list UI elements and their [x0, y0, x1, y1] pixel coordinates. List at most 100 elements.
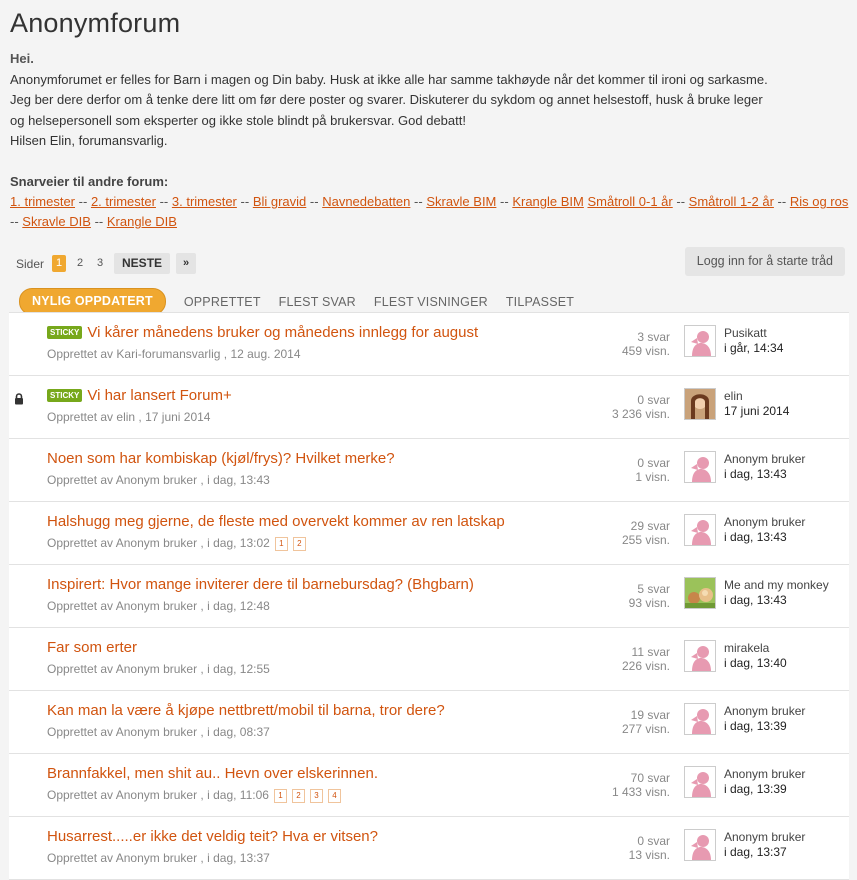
avatar[interactable] — [684, 640, 716, 672]
avatar[interactable] — [684, 703, 716, 735]
thread-meta: Opprettet av Anonym bruker , i dag, 13:0… — [47, 536, 306, 551]
thread-title[interactable]: Vi kårer månedens bruker og månedens inn… — [87, 324, 478, 341]
last-post-user[interactable]: elin — [724, 389, 789, 404]
reply-count: 0 svar — [637, 393, 670, 407]
tab-recently-updated[interactable]: NYLIG OPPDATERT — [19, 288, 166, 315]
last-post-user[interactable]: Anonym bruker — [724, 515, 805, 530]
thread-subject[interactable]: Far som erter — [47, 639, 137, 656]
thread-subject[interactable]: Kan man la være å kjøpe nettbrett/mobil … — [47, 702, 445, 719]
thread-subject[interactable]: STICKY Vi har lansert Forum+ — [47, 387, 232, 404]
pagination-label: Sider — [16, 256, 45, 271]
thread-title[interactable]: Brannfakkel, men shit au.. Hevn over els… — [47, 765, 378, 782]
thread-row[interactable]: STICKY Vi har lansert Forum+ Opprettet av… — [9, 376, 849, 439]
thread-title[interactable]: Kan man la være å kjøpe nettbrett/mobil … — [47, 702, 445, 719]
avatar[interactable] — [684, 388, 716, 420]
last-post-user[interactable]: Anonym bruker — [724, 704, 805, 719]
thread-author: elin — [116, 410, 136, 424]
avatar[interactable] — [684, 514, 716, 546]
thread-page-link[interactable]: 4 — [327, 789, 341, 803]
last-post-user[interactable]: Anonym bruker — [724, 830, 805, 845]
thread-subject[interactable]: Brannfakkel, men shit au.. Hevn over els… — [47, 765, 378, 782]
shortcut-link-skravle-bim[interactable]: Skravle BIM — [426, 194, 496, 209]
thread-stats: 0 svar 1 visn. — [635, 456, 670, 484]
last-post-user[interactable]: mirakela — [724, 641, 787, 656]
thread-row[interactable]: Noen som har kombiskap (kjøl/frys)? Hvil… — [9, 439, 849, 502]
page-1-button[interactable]: 1 — [52, 255, 67, 272]
avatar[interactable] — [684, 829, 716, 861]
last-post-time: i dag, 13:43 — [724, 593, 787, 607]
last-page-button[interactable]: » — [176, 253, 197, 274]
avatar[interactable] — [684, 766, 716, 798]
thread-title[interactable]: Halshugg meg gjerne, de fleste med overv… — [47, 513, 505, 530]
shortcut-link-smatroll-1-2[interactable]: Småtroll 1-2 år — [689, 194, 774, 209]
tab-custom[interactable]: TILPASSET — [506, 295, 574, 309]
thread-subject[interactable]: Husarrest.....er ikke det veldig teit? H… — [47, 828, 378, 845]
thread-subject[interactable]: Inspirert: Hvor mange inviterer dere til… — [47, 576, 474, 593]
user-photo-icon — [685, 389, 715, 419]
thread-stats: 19 svar 277 visn. — [622, 708, 670, 736]
thread-title[interactable]: Vi har lansert Forum+ — [87, 387, 231, 404]
thread-row[interactable]: Husarrest.....er ikke det veldig teit? H… — [9, 817, 849, 880]
thread-title[interactable]: Inspirert: Hvor mange inviterer dere til… — [47, 576, 474, 593]
shortcut-link-bli-gravid[interactable]: Bli gravid — [253, 194, 306, 209]
thread-page-link[interactable]: 3 — [309, 789, 323, 803]
thread-author: Anonym bruker — [115, 725, 198, 739]
thread-row[interactable]: Halshugg meg gjerne, de fleste med overv… — [9, 502, 849, 565]
thread-date: i dag, 12:48 — [207, 599, 270, 613]
shortcut-link-navnedebatten[interactable]: Navnedebatten — [322, 194, 410, 209]
shortcut-link-krangle-bim[interactable]: Krangle BIM — [512, 194, 584, 209]
shortcut-link-3-trimester[interactable]: 3. trimester — [172, 194, 237, 209]
avatar[interactable] — [684, 451, 716, 483]
thread-subject[interactable]: Halshugg meg gjerne, de fleste med overv… — [47, 513, 505, 530]
tab-most-replies[interactable]: FLEST SVAR — [279, 295, 356, 309]
thread-page-link[interactable]: 2 — [292, 537, 306, 551]
page-3-button[interactable]: 3 — [94, 255, 106, 272]
shortcut-link-skravle-dib[interactable]: Skravle DIB — [22, 214, 91, 229]
created-prefix: Opprettet av — [47, 662, 114, 676]
last-post-user[interactable]: Pusikatt — [724, 326, 783, 341]
thread-stats: 0 svar 3 236 visn. — [612, 393, 670, 421]
thread-subject[interactable]: Noen som har kombiskap (kjøl/frys)? Hvil… — [47, 450, 395, 467]
shortcut-link-1-trimester[interactable]: 1. trimester — [10, 194, 75, 209]
thread-title[interactable]: Husarrest.....er ikke det veldig teit? H… — [47, 828, 378, 845]
thread-date: i dag, 13:37 — [207, 851, 270, 865]
pagination: Sider 1 2 3 NESTE » — [16, 253, 202, 274]
thread-row[interactable]: Inspirert: Hvor mange inviterer dere til… — [9, 565, 849, 628]
thread-author: Anonym bruker — [115, 788, 198, 802]
page-2-button[interactable]: 2 — [74, 255, 86, 272]
last-post-user[interactable]: Anonym bruker — [724, 452, 805, 467]
next-page-button[interactable]: NESTE — [114, 253, 171, 274]
thread-meta: Opprettet av Kari-forumansvarlig , 12 au… — [47, 347, 301, 361]
thread-meta: Opprettet av Anonym bruker , i dag, 08:3… — [47, 725, 270, 739]
avatar[interactable] — [684, 325, 716, 357]
tab-created[interactable]: OPPRETTET — [184, 295, 261, 309]
tab-most-views[interactable]: FLEST VISNINGER — [374, 295, 488, 309]
thread-stats: 11 svar 226 visn. — [622, 645, 670, 673]
thread-subject[interactable]: STICKY Vi kårer månedens bruker og månede… — [47, 324, 478, 341]
thread-title[interactable]: Noen som har kombiskap (kjøl/frys)? Hvil… — [47, 450, 395, 467]
thread-row[interactable]: Kan man la være å kjøpe nettbrett/mobil … — [9, 691, 849, 754]
shortcut-link-smatroll-0-1[interactable]: Småtroll 0-1 år — [587, 194, 672, 209]
thread-stats: 3 svar 459 visn. — [622, 330, 670, 358]
shortcut-link-krangle-dib[interactable]: Krangle DIB — [107, 214, 177, 229]
reply-count: 19 svar — [630, 708, 670, 722]
shortcut-link-2-trimester[interactable]: 2. trimester — [91, 194, 156, 209]
last-post-user[interactable]: Me and my monkey — [724, 578, 829, 593]
thread-page-link[interactable]: 1 — [274, 537, 288, 551]
last-post-user[interactable]: Anonym bruker — [724, 767, 805, 782]
login-to-start-thread-button[interactable]: Logg inn for å starte tråd — [684, 247, 845, 276]
thread-row[interactable]: Brannfakkel, men shit au.. Hevn over els… — [9, 754, 849, 817]
thread-list: STICKY Vi kårer månedens bruker og månede… — [9, 312, 849, 880]
thread-meta: Opprettet av Anonym bruker , i dag, 12:4… — [47, 599, 270, 613]
thread-row[interactable]: Far som erter Opprettet av Anonym bruker… — [9, 628, 849, 691]
last-post-info: Anonym bruker i dag, 13:43 — [724, 452, 805, 482]
thread-page-link[interactable]: 2 — [291, 789, 305, 803]
last-post-info: Anonym bruker i dag, 13:39 — [724, 704, 805, 734]
reply-count: 11 svar — [631, 645, 670, 659]
view-count: 277 visn. — [621, 722, 670, 736]
shortcut-link-ris-og-ros[interactable]: Ris og ros — [790, 194, 849, 209]
avatar[interactable] — [684, 577, 716, 609]
thread-row[interactable]: STICKY Vi kårer månedens bruker og månede… — [9, 313, 849, 376]
thread-title[interactable]: Far som erter — [47, 639, 137, 656]
thread-page-link[interactable]: 1 — [273, 789, 287, 803]
